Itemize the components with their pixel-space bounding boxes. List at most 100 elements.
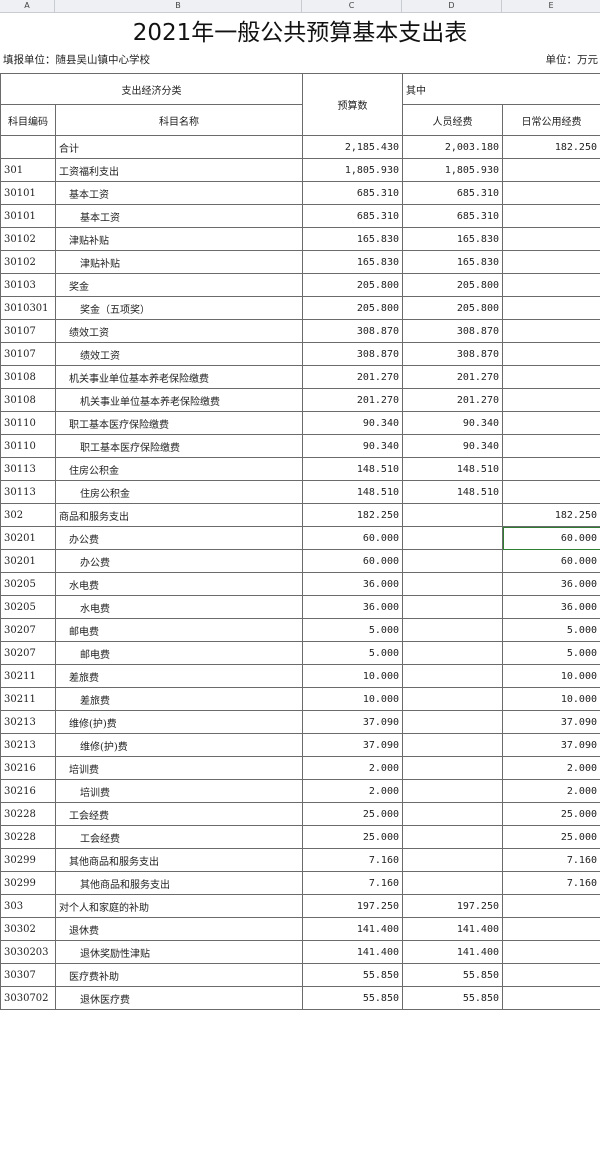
cell-personnel[interactable] [402, 710, 503, 734]
cell-budget[interactable]: 55.850 [302, 986, 403, 1010]
cell-code[interactable]: 30207 [0, 641, 56, 665]
cell-public[interactable]: 10.000 [502, 664, 600, 688]
cell-personnel[interactable] [402, 595, 503, 619]
cell-budget[interactable]: 5.000 [302, 618, 403, 642]
column-header-d[interactable]: D [402, 0, 502, 12]
cell-name[interactable]: 工会经费 [55, 802, 303, 826]
cell-code[interactable]: 30103 [0, 273, 56, 297]
cell-code[interactable]: 30205 [0, 595, 56, 619]
cell-name[interactable]: 商品和服务支出 [55, 503, 303, 527]
cell-personnel[interactable] [402, 503, 503, 527]
cell-budget[interactable]: 7.160 [302, 848, 403, 872]
cell-name[interactable]: 绩效工资 [55, 342, 303, 366]
cell-public[interactable] [502, 181, 600, 205]
cell-code[interactable]: 30213 [0, 733, 56, 757]
cell-code[interactable]: 30101 [0, 181, 56, 205]
cell-code[interactable]: 30110 [0, 411, 56, 435]
cell-personnel[interactable] [402, 641, 503, 665]
cell-personnel[interactable] [402, 664, 503, 688]
cell-budget[interactable]: 90.340 [302, 434, 403, 458]
cell-name[interactable]: 办公费 [55, 526, 303, 550]
cell-name[interactable]: 津贴补贴 [55, 250, 303, 274]
cell-personnel[interactable]: 148.510 [402, 480, 503, 504]
cell-budget[interactable]: 205.800 [302, 296, 403, 320]
cell-public[interactable]: 25.000 [502, 802, 600, 826]
cell-name[interactable]: 培训费 [55, 779, 303, 803]
cell-budget[interactable]: 165.830 [302, 250, 403, 274]
cell-public[interactable] [502, 940, 600, 964]
cell-budget[interactable]: 60.000 [302, 526, 403, 550]
cell-name[interactable]: 其他商品和服务支出 [55, 871, 303, 895]
cell-code[interactable]: 30299 [0, 848, 56, 872]
cell-budget[interactable]: 182.250 [302, 503, 403, 527]
cell-code[interactable]: 30201 [0, 526, 56, 550]
cell-budget[interactable]: 55.850 [302, 963, 403, 987]
cell-name[interactable]: 维修(护)费 [55, 733, 303, 757]
cell-name[interactable]: 差旅费 [55, 664, 303, 688]
cell-personnel[interactable]: 685.310 [402, 181, 503, 205]
cell-budget[interactable]: 25.000 [302, 802, 403, 826]
cell-code[interactable]: 30299 [0, 871, 56, 895]
cell-personnel[interactable] [402, 618, 503, 642]
cell-public[interactable] [502, 411, 600, 435]
cell-public[interactable] [502, 457, 600, 481]
column-header-a[interactable]: A [0, 0, 55, 12]
cell-name[interactable]: 对个人和家庭的补助 [55, 894, 303, 918]
cell-code[interactable]: 30101 [0, 204, 56, 228]
cell-code[interactable]: 30201 [0, 549, 56, 573]
cell-budget[interactable]: 1,805.930 [302, 158, 403, 182]
cell-personnel[interactable]: 205.800 [402, 273, 503, 297]
cell-personnel[interactable] [402, 848, 503, 872]
cell-budget[interactable]: 36.000 [302, 595, 403, 619]
cell-code[interactable]: 30102 [0, 227, 56, 251]
cell-name[interactable]: 办公费 [55, 549, 303, 573]
cell-name[interactable]: 退休奖励性津贴 [55, 940, 303, 964]
cell-public[interactable]: 2.000 [502, 756, 600, 780]
cell-name[interactable]: 基本工资 [55, 204, 303, 228]
cell-code[interactable]: 302 [0, 503, 56, 527]
cell-public[interactable]: 25.000 [502, 825, 600, 849]
cell-code[interactable]: 30107 [0, 319, 56, 343]
cell-name[interactable]: 邮电费 [55, 641, 303, 665]
cell-code[interactable]: 30113 [0, 480, 56, 504]
cell-code[interactable]: 30213 [0, 710, 56, 734]
header-code-cell[interactable]: 科目编码 [0, 104, 56, 136]
cell-budget[interactable]: 37.090 [302, 733, 403, 757]
column-header-b[interactable]: B [55, 0, 302, 12]
cell-budget[interactable]: 685.310 [302, 204, 403, 228]
cell-name[interactable]: 机关事业单位基本养老保险缴费 [55, 365, 303, 389]
column-header-e[interactable]: E [502, 0, 600, 12]
cell-personnel[interactable]: 55.850 [402, 986, 503, 1010]
cell-budget[interactable]: 90.340 [302, 411, 403, 435]
cell-budget[interactable]: 148.510 [302, 480, 403, 504]
cell-public[interactable] [502, 227, 600, 251]
cell-public[interactable] [502, 917, 600, 941]
cell-public[interactable] [502, 480, 600, 504]
cell-code[interactable]: 30102 [0, 250, 56, 274]
cell-budget[interactable]: 37.090 [302, 710, 403, 734]
cell-code[interactable]: 30108 [0, 388, 56, 412]
cell-code[interactable]: 30205 [0, 572, 56, 596]
cell-personnel[interactable]: 141.400 [402, 917, 503, 941]
cell-personnel[interactable]: 90.340 [402, 411, 503, 435]
cell-budget[interactable]: 36.000 [302, 572, 403, 596]
cell-public[interactable] [502, 296, 600, 320]
cell-name[interactable]: 医疗费补助 [55, 963, 303, 987]
cell-budget[interactable]: 7.160 [302, 871, 403, 895]
cell-code[interactable]: 3010301 [0, 296, 56, 320]
cell-public[interactable] [502, 273, 600, 297]
cell-name[interactable]: 住房公积金 [55, 457, 303, 481]
cell-code[interactable]: 30307 [0, 963, 56, 987]
cell-public[interactable]: 36.000 [502, 572, 600, 596]
cell-public[interactable]: 60.000 [502, 549, 600, 573]
cell-budget[interactable]: 685.310 [302, 181, 403, 205]
cell-code[interactable]: 30207 [0, 618, 56, 642]
cell-personnel[interactable]: 308.870 [402, 319, 503, 343]
cell-code[interactable]: 303 [0, 894, 56, 918]
cell-budget[interactable]: 2.000 [302, 756, 403, 780]
cell-budget[interactable]: 308.870 [302, 342, 403, 366]
cell-name[interactable]: 奖金（五项奖） [55, 296, 303, 320]
cell-name[interactable]: 差旅费 [55, 687, 303, 711]
cell-personnel[interactable] [402, 733, 503, 757]
cell-personnel[interactable]: 201.270 [402, 388, 503, 412]
